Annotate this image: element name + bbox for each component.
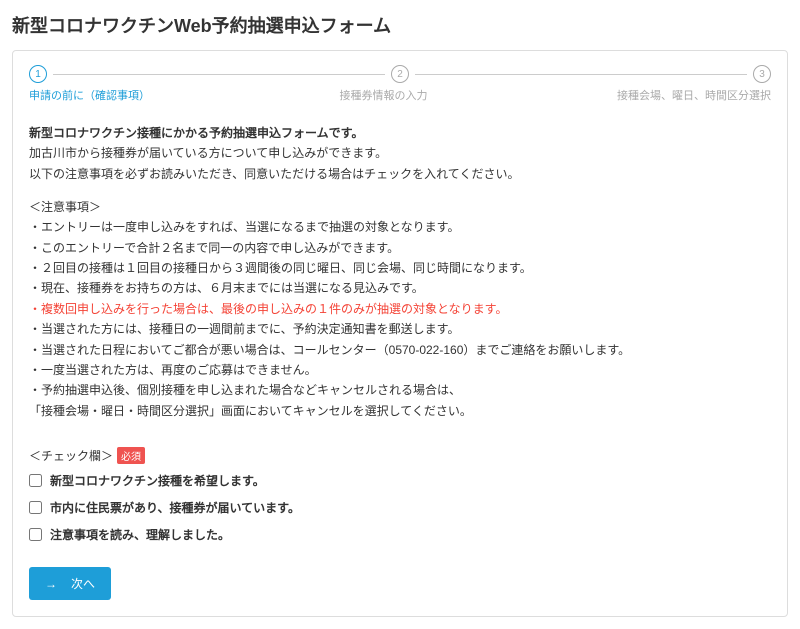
required-badge: 必須 bbox=[117, 447, 145, 464]
step-1-label: 申請の前に（確認事項） bbox=[29, 87, 150, 103]
check-header: ＜チェック欄＞ 必須 bbox=[29, 447, 771, 464]
intro-line-3: 以下の注意事項を必ずお読みいただき、同意いただける場合はチェックを入れてください… bbox=[29, 164, 771, 184]
note-line: ・エントリーは一度申し込みをすれば、当選になるまで抽選の対象となります。 bbox=[29, 217, 771, 237]
checkbox-group: 新型コロナワクチン接種を希望します。市内に住民票があり、接種券が届いています。注… bbox=[29, 472, 771, 543]
note-line: ・現在、接種券をお持ちの方は、６月末までには当選になる見込みです。 bbox=[29, 278, 771, 298]
arrow-right-icon: → bbox=[45, 577, 57, 591]
intro-line-2: 加古川市から接種券が届いている方について申し込みができます。 bbox=[29, 143, 771, 163]
note-line: ・２回目の接種は１回目の接種日から３週間後の同じ曜日、同じ会場、同じ時間になりま… bbox=[29, 258, 771, 278]
checkbox-label[interactable]: 市内に住民票があり、接種券が届いています。 bbox=[50, 499, 300, 516]
next-button[interactable]: → 次へ bbox=[29, 567, 111, 600]
step-2-label: 接種券情報の入力 bbox=[150, 87, 617, 103]
intro-line-1: 新型コロナワクチン接種にかかる予約抽選申込フォームです。 bbox=[29, 123, 771, 143]
step-line bbox=[415, 74, 747, 75]
step-2-number: 2 bbox=[391, 65, 409, 83]
note-line: ・予約抽選申込後、個別接種を申し込まれた場合などキャンセルされる場合は、 bbox=[29, 380, 771, 400]
note-line: 「接種会場・曜日・時間区分選択」画面においてキャンセルを選択してください。 bbox=[29, 401, 771, 421]
notes-title: ＜注意事項＞ bbox=[29, 198, 771, 215]
checkbox-row: 新型コロナワクチン接種を希望します。 bbox=[29, 472, 771, 489]
note-line: ・このエントリーで合計２名まで同一の内容で申し込みができます。 bbox=[29, 238, 771, 258]
step-3-number: 3 bbox=[753, 65, 771, 83]
step-1-number: 1 bbox=[29, 65, 47, 83]
step-labels: 申請の前に（確認事項） 接種券情報の入力 接種会場、曜日、時間区分選択 bbox=[29, 87, 771, 103]
page-title: 新型コロナワクチンWeb予約抽選申込フォーム bbox=[12, 12, 788, 38]
checkbox-label[interactable]: 注意事項を読み、理解しました。 bbox=[50, 526, 230, 543]
checkbox-row: 市内に住民票があり、接種券が届いています。 bbox=[29, 499, 771, 516]
note-line: ・当選された方には、接種日の一週間前までに、予約決定通知書を郵送します。 bbox=[29, 319, 771, 339]
form-card: 1 2 3 申請の前に（確認事項） 接種券情報の入力 接種会場、曜日、時間区分選… bbox=[12, 50, 788, 617]
agree-checkbox[interactable] bbox=[29, 474, 42, 487]
step-indicator: 1 2 3 bbox=[29, 65, 771, 83]
next-button-label: 次へ bbox=[71, 575, 95, 592]
intro-block: 新型コロナワクチン接種にかかる予約抽選申込フォームです。 加古川市から接種券が届… bbox=[29, 123, 771, 184]
step-3-label: 接種会場、曜日、時間区分選択 bbox=[617, 87, 771, 103]
note-line: ・当選された日程においてご都合が悪い場合は、コールセンター（0570-022-1… bbox=[29, 340, 771, 360]
step-line bbox=[53, 74, 385, 75]
note-line: ・複数回申し込みを行った場合は、最後の申し込みの１件のみが抽選の対象となります。 bbox=[29, 299, 771, 319]
agree-checkbox[interactable] bbox=[29, 528, 42, 541]
check-title: ＜チェック欄＞ bbox=[29, 447, 113, 464]
checkbox-label[interactable]: 新型コロナワクチン接種を希望します。 bbox=[50, 472, 265, 489]
checkbox-row: 注意事項を読み、理解しました。 bbox=[29, 526, 771, 543]
notes-list: ・エントリーは一度申し込みをすれば、当選になるまで抽選の対象となります。・このエ… bbox=[29, 217, 771, 421]
note-line: ・一度当選された方は、再度のご応募はできません。 bbox=[29, 360, 771, 380]
agree-checkbox[interactable] bbox=[29, 501, 42, 514]
